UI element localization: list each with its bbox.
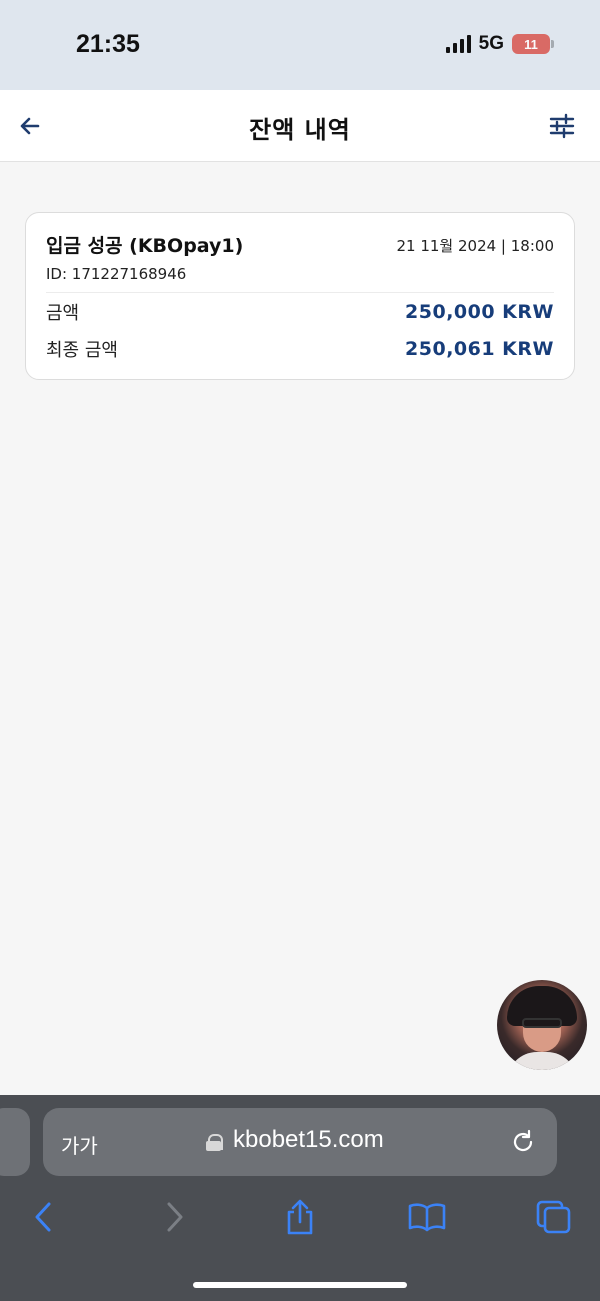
browser-forward-button[interactable] <box>150 1195 198 1239</box>
text-size-button[interactable]: 가가 <box>61 1130 98 1159</box>
share-icon <box>287 1199 313 1235</box>
page-title: 잔액 내역 <box>249 116 351 144</box>
status-indicators: 5G 11 <box>445 33 554 55</box>
transaction-card[interactable]: 입금 성공 (KBOpay1) 21 11월 2024 | 18:00 ID: … <box>25 212 575 380</box>
back-icon <box>35 1202 51 1232</box>
bookmarks-icon <box>408 1203 446 1232</box>
lock-icon <box>206 1134 223 1151</box>
page-header: 잔액 내역 <box>0 90 600 162</box>
transaction-title: 입금 성공 (KBOpay1) <box>46 235 244 257</box>
tabs-button[interactable] <box>530 1195 578 1239</box>
status-bar: 21:35 5G 11 <box>0 0 600 90</box>
amount-row: 금액 250,000 KRW <box>46 293 554 330</box>
browser-nav-toolbar <box>0 1195 600 1243</box>
share-button[interactable] <box>276 1195 324 1239</box>
bookmarks-button[interactable] <box>403 1195 451 1239</box>
home-indicator <box>193 1282 407 1288</box>
network-type: 5G <box>478 33 504 54</box>
amount-label: 금액 <box>46 302 80 324</box>
transaction-id: ID: 171227168946 <box>46 265 187 283</box>
transaction-datetime: 21 11월 2024 | 18:00 <box>396 237 554 255</box>
battery-icon: 11 <box>512 34 554 54</box>
address-bar[interactable]: 가가 kbobet15.com <box>43 1108 557 1176</box>
cellular-signal-icon <box>445 35 471 53</box>
final-amount-row: 최종 금액 250,061 KRW <box>46 330 554 367</box>
final-amount-value: 250,061 KRW <box>405 337 554 360</box>
support-avatar-button[interactable] <box>497 980 587 1070</box>
filter-button[interactable] <box>544 108 580 144</box>
forward-icon <box>167 1202 183 1232</box>
battery-level: 11 <box>524 36 538 52</box>
transaction-card-header: 입금 성공 (KBOpay1) 21 11월 2024 | 18:00 ID: … <box>46 213 554 293</box>
status-time: 21:35 <box>76 30 140 58</box>
previous-tab-preview[interactable] <box>0 1108 30 1176</box>
sliders-icon <box>549 113 575 139</box>
url-text[interactable]: kbobet15.com <box>233 1126 384 1154</box>
browser-back-button[interactable] <box>20 1195 68 1239</box>
browser-toolbar: 가가 kbobet15.com <box>0 1095 600 1301</box>
reload-icon[interactable] <box>509 1128 537 1156</box>
final-amount-label: 최종 금액 <box>46 339 118 361</box>
tabs-icon <box>536 1200 571 1234</box>
amount-value: 250,000 KRW <box>405 300 554 323</box>
